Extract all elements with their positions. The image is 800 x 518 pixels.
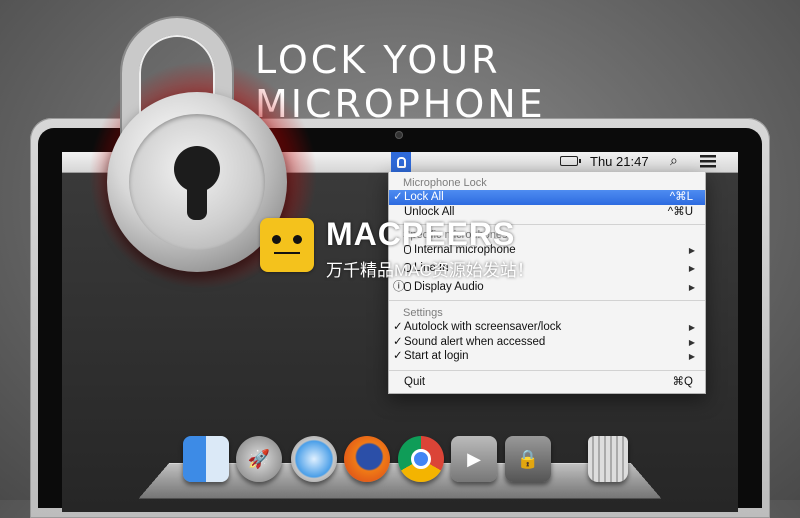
menu-section-microphone-lock: Microphone Lock	[403, 177, 487, 189]
headline: LOCK YOUR MICROPHONE	[255, 38, 546, 126]
logo-mouth	[274, 252, 300, 258]
firefox-icon[interactable]	[344, 436, 390, 482]
notification-center-icon[interactable]	[700, 155, 716, 168]
microphone-icon	[404, 282, 411, 291]
menu-item-label: Autolock with screensaver/lock	[404, 321, 562, 333]
info-icon: ⓘ	[393, 281, 405, 293]
watermark-title: MACPEERS	[326, 216, 516, 252]
menu-item-quit[interactable]: Quit ⌘Q	[389, 375, 705, 390]
logo-eye	[293, 235, 302, 244]
checkmark-icon: ✓	[393, 350, 403, 362]
menu-item-shortcut: ⌘Q	[672, 376, 693, 388]
submenu-arrow-icon: ▶	[688, 264, 695, 273]
menu-item-start-at-login[interactable]: ✓ Start at login ▶	[389, 349, 705, 364]
menu-item-label: Quit	[404, 376, 426, 388]
watermark-subtitle: 万千精品MAC资源始发站！	[326, 261, 534, 280]
submenu-arrow-icon: ▶	[688, 283, 695, 292]
launchpad-icon[interactable]: 🚀	[236, 436, 282, 482]
chrome-icon[interactable]	[398, 436, 444, 482]
checkmark-icon: ✓	[393, 191, 403, 203]
menu-item-lock-all[interactable]: ✓ Lock All ^⌘L	[389, 190, 705, 205]
logo-eye	[272, 235, 281, 244]
submenu-arrow-icon: ▶	[688, 352, 695, 361]
microphone-icon	[396, 156, 406, 168]
safari-icon[interactable]	[291, 436, 337, 482]
microphone-lock-menu-icon[interactable]	[391, 152, 411, 172]
menu-item-label: Sound alert when accessed	[404, 336, 546, 348]
menu-separator	[389, 300, 705, 301]
menu-item-shortcut: ^⌘U	[667, 206, 693, 218]
trash-icon[interactable]	[588, 436, 628, 482]
micro-snitch-lock-icon[interactable]: 🔒	[505, 436, 551, 482]
submenu-arrow-icon: ▶	[688, 323, 695, 332]
menu-item-label: Start at login	[404, 350, 469, 362]
spotlight-search-icon[interactable]: ⌕	[670, 152, 678, 169]
menu-section-settings: Settings	[403, 307, 443, 319]
menu-separator	[389, 370, 705, 371]
checkmark-icon: ✓	[393, 321, 403, 333]
battery-icon[interactable]	[560, 156, 581, 166]
checkmark-icon: ✓	[393, 336, 403, 348]
menu-item-label: Lock All	[404, 191, 444, 203]
menu-item-label: Display Audio	[414, 281, 484, 293]
submenu-arrow-icon: ▶	[688, 246, 695, 255]
menu-item-sound-alert[interactable]: ✓ Sound alert when accessed ▶	[389, 335, 705, 350]
menu-item-autolock[interactable]: ✓ Autolock with screensaver/lock ▶	[389, 320, 705, 335]
facetime-icon[interactable]: ▶	[451, 436, 497, 482]
menu-item-display-audio[interactable]: ⓘ Display Audio ▶	[389, 280, 705, 295]
menubar-clock[interactable]: Thu 21:47	[590, 154, 649, 169]
submenu-arrow-icon: ▶	[688, 338, 695, 347]
microphone-lock-dropdown: Microphone Lock ✓ Lock All ^⌘L Unlock Al…	[388, 172, 706, 394]
watermark-logo	[260, 218, 314, 272]
camera	[395, 131, 403, 139]
keyhole-slot	[187, 178, 207, 220]
menu-item-shortcut: ^⌘L	[669, 191, 693, 203]
finder-icon[interactable]	[183, 436, 229, 482]
